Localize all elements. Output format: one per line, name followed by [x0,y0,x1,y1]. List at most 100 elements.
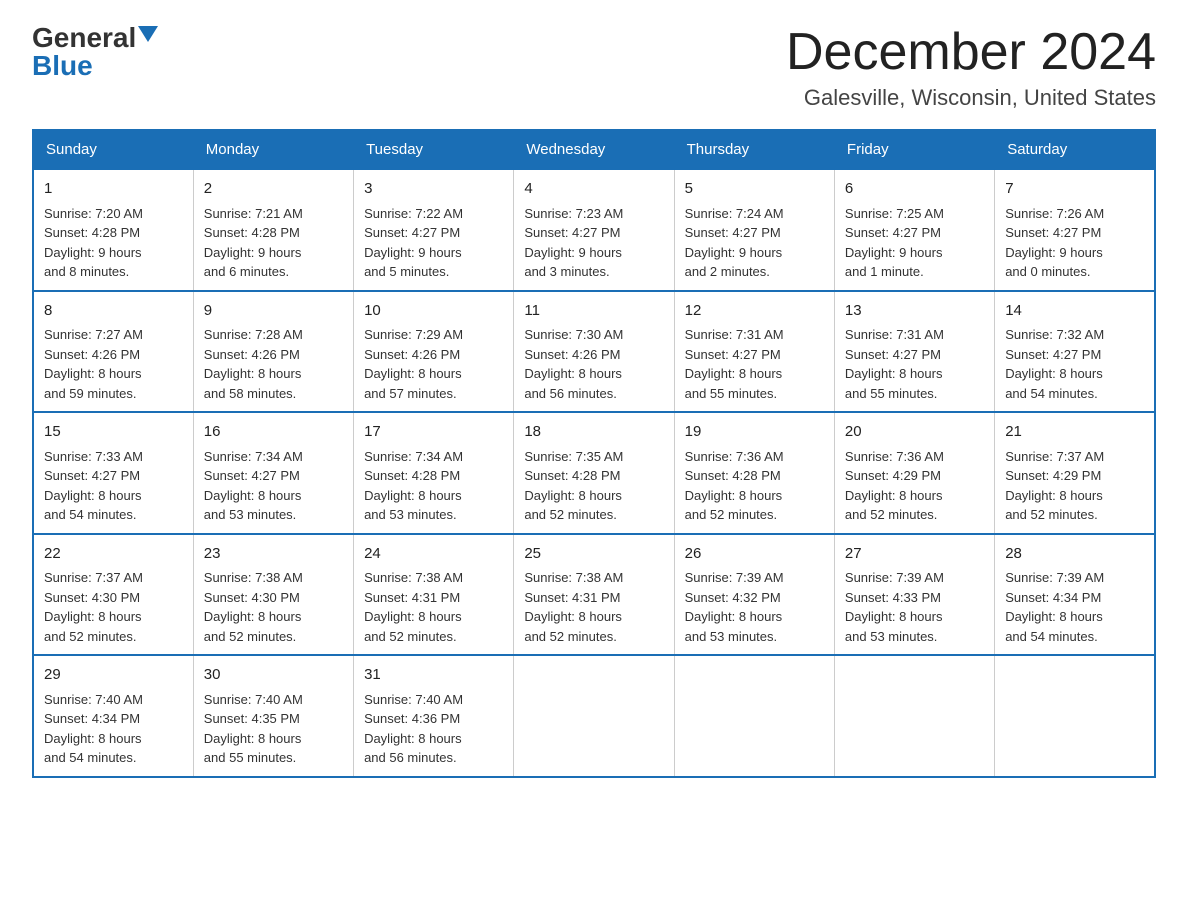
day-info: Sunrise: 7:29 AMSunset: 4:26 PMDaylight:… [364,327,463,401]
calendar-day-cell: 27 Sunrise: 7:39 AMSunset: 4:33 PMDayligh… [834,534,994,656]
day-info: Sunrise: 7:22 AMSunset: 4:27 PMDaylight:… [364,206,463,280]
day-info: Sunrise: 7:35 AMSunset: 4:28 PMDaylight:… [524,449,623,523]
calendar-day-cell: 21Sunrise: 7:37 AMSunset: 4:29 PMDayligh… [995,412,1155,534]
day-number: 1 [44,178,183,201]
calendar-header-cell: Thursday [674,130,834,169]
main-title: December 2024 [786,24,1156,81]
calendar-day-cell: 14Sunrise: 7:32 AMSunset: 4:27 PMDayligh… [995,291,1155,413]
calendar-day-cell [995,655,1155,777]
day-number: 28 [1005,543,1144,566]
day-info: Sunrise: 7:38 AMSunset: 4:30 PMDaylight:… [204,570,303,644]
calendar-day-cell: 30 Sunrise: 7:40 AMSunset: 4:35 PMDayligh… [193,655,353,777]
calendar-header-row: SundayMondayTuesdayWednesdayThursdayFrid… [33,130,1155,169]
calendar-day-cell: 3 Sunrise: 7:22 AMSunset: 4:27 PMDaylight… [354,169,514,291]
calendar-week-row: 22Sunrise: 7:37 AMSunset: 4:30 PMDayligh… [33,534,1155,656]
day-info: Sunrise: 7:37 AMSunset: 4:29 PMDaylight:… [1005,449,1104,523]
calendar-week-row: 1 Sunrise: 7:20 AMSunset: 4:28 PMDaylight… [33,169,1155,291]
calendar-day-cell: 29 Sunrise: 7:40 AMSunset: 4:34 PMDayligh… [33,655,193,777]
day-number: 26 [685,543,824,566]
day-info: Sunrise: 7:27 AMSunset: 4:26 PMDaylight:… [44,327,143,401]
logo: General Blue [32,24,158,80]
calendar-body: 1 Sunrise: 7:20 AMSunset: 4:28 PMDaylight… [33,169,1155,777]
calendar-day-cell: 15Sunrise: 7:33 AMSunset: 4:27 PMDayligh… [33,412,193,534]
calendar-day-cell: 28Sunrise: 7:39 AMSunset: 4:34 PMDayligh… [995,534,1155,656]
calendar-day-cell: 9Sunrise: 7:28 AMSunset: 4:26 PMDaylight… [193,291,353,413]
day-number: 6 [845,178,984,201]
day-number: 7 [1005,178,1144,201]
logo-triangle-icon [138,26,158,42]
calendar-day-cell: 24 Sunrise: 7:38 AMSunset: 4:31 PMDayligh… [354,534,514,656]
day-number: 22 [44,543,183,566]
day-number: 3 [364,178,503,201]
calendar-day-cell: 20Sunrise: 7:36 AMSunset: 4:29 PMDayligh… [834,412,994,534]
calendar-day-cell: 6 Sunrise: 7:25 AMSunset: 4:27 PMDaylight… [834,169,994,291]
day-number: 16 [204,421,343,444]
day-number: 12 [685,300,824,323]
calendar-header-cell: Monday [193,130,353,169]
day-info: Sunrise: 7:26 AMSunset: 4:27 PMDaylight:… [1005,206,1104,280]
day-number: 14 [1005,300,1144,323]
day-info: Sunrise: 7:24 AMSunset: 4:27 PMDaylight:… [685,206,784,280]
day-info: Sunrise: 7:34 AMSunset: 4:28 PMDaylight:… [364,449,463,523]
day-info: Sunrise: 7:28 AMSunset: 4:26 PMDaylight:… [204,327,303,401]
day-info: Sunrise: 7:40 AMSunset: 4:35 PMDaylight:… [204,692,303,766]
calendar-header-cell: Sunday [33,130,193,169]
logo-blue-text: Blue [32,50,93,81]
day-info: Sunrise: 7:34 AMSunset: 4:27 PMDaylight:… [204,449,303,523]
day-number: 15 [44,421,183,444]
day-number: 27 [845,543,984,566]
calendar-day-cell: 19 Sunrise: 7:36 AMSunset: 4:28 PMDayligh… [674,412,834,534]
subtitle: Galesville, Wisconsin, United States [786,85,1156,111]
day-number: 17 [364,421,503,444]
day-info: Sunrise: 7:39 AMSunset: 4:33 PMDaylight:… [845,570,944,644]
day-number: 4 [524,178,663,201]
day-info: Sunrise: 7:25 AMSunset: 4:27 PMDaylight:… [845,206,944,280]
day-info: Sunrise: 7:38 AMSunset: 4:31 PMDaylight:… [524,570,623,644]
page-header: General Blue December 2024 Galesville, W… [32,24,1156,111]
day-info: Sunrise: 7:38 AMSunset: 4:31 PMDaylight:… [364,570,463,644]
day-info: Sunrise: 7:31 AMSunset: 4:27 PMDaylight:… [845,327,944,401]
day-info: Sunrise: 7:40 AMSunset: 4:34 PMDaylight:… [44,692,143,766]
day-info: Sunrise: 7:23 AMSunset: 4:27 PMDaylight:… [524,206,623,280]
day-number: 20 [845,421,984,444]
calendar-day-cell: 12 Sunrise: 7:31 AMSunset: 4:27 PMDayligh… [674,291,834,413]
calendar-day-cell: 26Sunrise: 7:39 AMSunset: 4:32 PMDayligh… [674,534,834,656]
logo-general-text: General [32,24,136,52]
calendar-day-cell: 4 Sunrise: 7:23 AMSunset: 4:27 PMDaylight… [514,169,674,291]
calendar-day-cell: 18 Sunrise: 7:35 AMSunset: 4:28 PMDayligh… [514,412,674,534]
day-number: 31 [364,664,503,687]
day-number: 30 [204,664,343,687]
calendar-day-cell [674,655,834,777]
calendar-day-cell: 17 Sunrise: 7:34 AMSunset: 4:28 PMDayligh… [354,412,514,534]
day-info: Sunrise: 7:30 AMSunset: 4:26 PMDaylight:… [524,327,623,401]
calendar-day-cell: 11Sunrise: 7:30 AMSunset: 4:26 PMDayligh… [514,291,674,413]
title-block: December 2024 Galesville, Wisconsin, Uni… [786,24,1156,111]
day-info: Sunrise: 7:36 AMSunset: 4:28 PMDaylight:… [685,449,784,523]
calendar-table: SundayMondayTuesdayWednesdayThursdayFrid… [32,129,1156,778]
calendar-week-row: 29 Sunrise: 7:40 AMSunset: 4:34 PMDayligh… [33,655,1155,777]
day-number: 13 [845,300,984,323]
day-number: 19 [685,421,824,444]
day-info: Sunrise: 7:20 AMSunset: 4:28 PMDaylight:… [44,206,143,280]
calendar-header-cell: Tuesday [354,130,514,169]
day-number: 18 [524,421,663,444]
day-number: 5 [685,178,824,201]
day-info: Sunrise: 7:21 AMSunset: 4:28 PMDaylight:… [204,206,303,280]
calendar-day-cell: 1 Sunrise: 7:20 AMSunset: 4:28 PMDaylight… [33,169,193,291]
calendar-header-cell: Saturday [995,130,1155,169]
calendar-day-cell: 8Sunrise: 7:27 AMSunset: 4:26 PMDaylight… [33,291,193,413]
day-number: 2 [204,178,343,201]
calendar-day-cell [834,655,994,777]
calendar-day-cell: 31Sunrise: 7:40 AMSunset: 4:36 PMDayligh… [354,655,514,777]
calendar-day-cell: 13 Sunrise: 7:31 AMSunset: 4:27 PMDayligh… [834,291,994,413]
calendar-header-cell: Wednesday [514,130,674,169]
day-number: 24 [364,543,503,566]
day-number: 25 [524,543,663,566]
day-number: 10 [364,300,503,323]
calendar-day-cell: 22Sunrise: 7:37 AMSunset: 4:30 PMDayligh… [33,534,193,656]
calendar-day-cell: 23Sunrise: 7:38 AMSunset: 4:30 PMDayligh… [193,534,353,656]
calendar-day-cell: 2 Sunrise: 7:21 AMSunset: 4:28 PMDaylight… [193,169,353,291]
day-number: 29 [44,664,183,687]
day-info: Sunrise: 7:31 AMSunset: 4:27 PMDaylight:… [685,327,784,401]
calendar-week-row: 15Sunrise: 7:33 AMSunset: 4:27 PMDayligh… [33,412,1155,534]
